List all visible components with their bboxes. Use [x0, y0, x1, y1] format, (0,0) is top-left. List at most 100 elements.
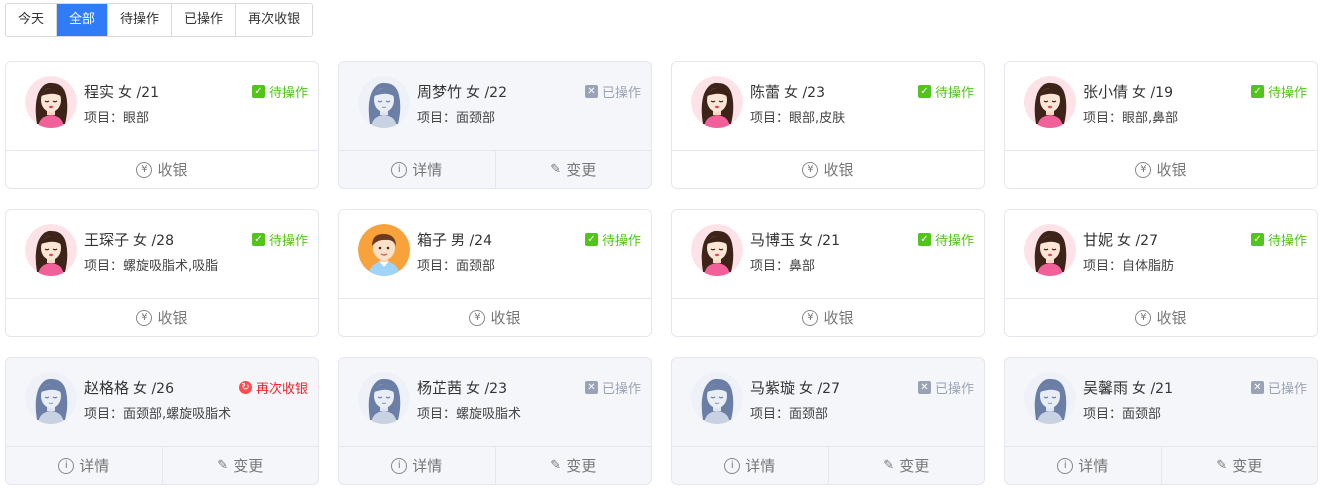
- change-button[interactable]: ✎ 变更: [1160, 447, 1318, 484]
- card-footer: ¥ 收银: [6, 150, 318, 188]
- customer-info: 箱子男 /24: [417, 229, 492, 250]
- project-value: 螺旋吸脂术: [456, 407, 522, 422]
- project-value: 眼部,皮肤: [789, 111, 846, 126]
- cross-icon: ✕: [917, 381, 931, 394]
- status-badge: ↻ 再次收银: [238, 378, 308, 397]
- customer-gender-age: 女 /23: [784, 85, 825, 101]
- customer-card: 赵格格女 /26 项目：面颈部,螺旋吸脂术 ↻ 再次收银 i 详情 ✎ 变更: [5, 357, 319, 485]
- gray-female-avatar: [1024, 372, 1076, 424]
- customer-info: 马紫璇女 /27: [750, 377, 840, 398]
- cashier-button[interactable]: ¥ 收银: [6, 299, 318, 336]
- project-line: 项目：面颈部: [417, 107, 495, 126]
- details-button[interactable]: i 详情: [1005, 447, 1161, 484]
- change-label: 变更: [1232, 457, 1263, 475]
- customer-gender-age: 男 /24: [451, 233, 492, 249]
- status-label: 已操作: [601, 382, 641, 397]
- project-line: 项目：面颈部,螺旋吸脂术: [84, 403, 231, 422]
- project-value: 鼻部: [789, 259, 816, 274]
- project-line: 项目：面颈部: [417, 255, 495, 274]
- info-icon: i: [391, 457, 408, 474]
- customer-info: 马博玉女 /21: [750, 229, 840, 250]
- status-label: 待操作: [268, 234, 308, 249]
- project-value: 面颈部: [456, 259, 496, 274]
- status-badge: ✓ 待操作: [1250, 82, 1307, 101]
- project-line: 项目：面颈部: [750, 403, 828, 422]
- details-button[interactable]: i 详情: [6, 447, 162, 484]
- change-label: 变更: [233, 457, 264, 475]
- tab-all[interactable]: 全部: [56, 4, 108, 36]
- change-button[interactable]: ✎ 变更: [161, 447, 319, 484]
- cashier-button[interactable]: ¥ 收银: [672, 299, 984, 336]
- customer-card-grid: 程实女 /21 项目：眼部 ✓ 待操作 ¥ 收银 周梦竹女 /22 项目：面颈部 ✕ 已操作 i 详情…: [5, 61, 1318, 485]
- female-avatar: [1024, 76, 1076, 128]
- cashier-label: 收银: [823, 309, 854, 327]
- project-value: 螺旋吸脂术,吸脂: [123, 259, 219, 274]
- card-footer: i 详情 ✎ 变更: [1005, 446, 1317, 484]
- customer-gender-age: 女 /21: [799, 233, 840, 249]
- customer-name: 赵格格: [84, 379, 130, 397]
- card-footer: i 详情 ✎ 变更: [672, 446, 984, 484]
- customer-info: 张小倩女 /19: [1083, 81, 1173, 102]
- card-footer: ¥ 收银: [339, 298, 651, 336]
- change-label: 变更: [566, 457, 597, 475]
- project-line: 项目：螺旋吸脂术,吸脂: [84, 255, 218, 274]
- gray-female-avatar: [358, 76, 410, 128]
- details-button[interactable]: i 详情: [672, 447, 828, 484]
- customer-gender-age: 女 /27: [799, 381, 840, 397]
- project-value: 眼部: [123, 111, 150, 126]
- customer-info: 陈蕾女 /23: [750, 81, 825, 102]
- details-button[interactable]: i 详情: [339, 151, 495, 188]
- change-button[interactable]: ✎ 变更: [494, 447, 652, 484]
- card-footer: ¥ 收银: [672, 298, 984, 336]
- tab-cashier-again[interactable]: 再次收银: [235, 4, 313, 36]
- check-icon: ✓: [251, 85, 265, 98]
- customer-name: 马紫璇: [750, 379, 796, 397]
- cashier-button[interactable]: ¥ 收银: [1005, 299, 1317, 336]
- status-label: 待操作: [601, 234, 641, 249]
- status-label: 待操作: [934, 234, 974, 249]
- customer-gender-age: 女 /22: [466, 85, 507, 101]
- customer-info: 吴馨雨女 /21: [1083, 377, 1173, 398]
- project-prefix: 项目：: [417, 407, 457, 422]
- change-button[interactable]: ✎ 变更: [494, 151, 652, 188]
- filter-tabs: 今天 全部 待操作 已操作 再次收银: [5, 3, 314, 37]
- cashier-button[interactable]: ¥ 收银: [6, 151, 318, 188]
- project-prefix: 项目：: [1083, 407, 1123, 422]
- tab-today[interactable]: 今天: [6, 4, 57, 36]
- customer-card: 张小倩女 /19 项目：眼部,鼻部 ✓ 待操作 ¥ 收银: [1004, 61, 1318, 189]
- customer-info: 赵格格女 /26: [84, 377, 174, 398]
- project-line: 项目：鼻部: [750, 255, 815, 274]
- customer-name: 杨芷茜: [417, 379, 463, 397]
- yuan-icon: ¥: [1135, 161, 1152, 178]
- details-label: 详情: [412, 161, 443, 179]
- details-button[interactable]: i 详情: [339, 447, 495, 484]
- card-footer: i 详情 ✎ 变更: [6, 446, 318, 484]
- yuan-icon: ¥: [136, 161, 153, 178]
- female-avatar: [25, 224, 77, 276]
- project-value: 面颈部: [456, 111, 496, 126]
- project-line: 项目：自体脂肪: [1083, 255, 1174, 274]
- project-value: 眼部,鼻部: [1122, 111, 1179, 126]
- card-footer: ¥ 收银: [1005, 298, 1317, 336]
- customer-card: 马紫璇女 /27 项目：面颈部 ✕ 已操作 i 详情 ✎ 变更: [671, 357, 985, 485]
- tab-pending[interactable]: 待操作: [107, 4, 172, 36]
- cashier-label: 收银: [490, 309, 521, 327]
- check-icon: ✓: [1250, 85, 1264, 98]
- customer-info: 王琛子女 /28: [84, 229, 174, 250]
- cashier-button[interactable]: ¥ 收银: [339, 299, 651, 336]
- tab-done[interactable]: 已操作: [171, 4, 236, 36]
- status-label: 待操作: [1267, 234, 1307, 249]
- card-footer: i 详情 ✎ 变更: [339, 150, 651, 188]
- project-prefix: 项目：: [1083, 259, 1123, 274]
- status-label: 待操作: [268, 86, 308, 101]
- project-line: 项目：面颈部: [1083, 403, 1161, 422]
- info-icon: i: [1057, 457, 1074, 474]
- female-avatar: [25, 76, 77, 128]
- project-value: 面颈部: [1122, 407, 1162, 422]
- cashier-button[interactable]: ¥ 收银: [1005, 151, 1317, 188]
- status-badge: ✕ 已操作: [1250, 378, 1307, 397]
- change-button[interactable]: ✎ 变更: [827, 447, 985, 484]
- cashier-label: 收银: [1156, 309, 1187, 327]
- customer-name: 甘妮: [1083, 231, 1114, 249]
- cashier-button[interactable]: ¥ 收银: [672, 151, 984, 188]
